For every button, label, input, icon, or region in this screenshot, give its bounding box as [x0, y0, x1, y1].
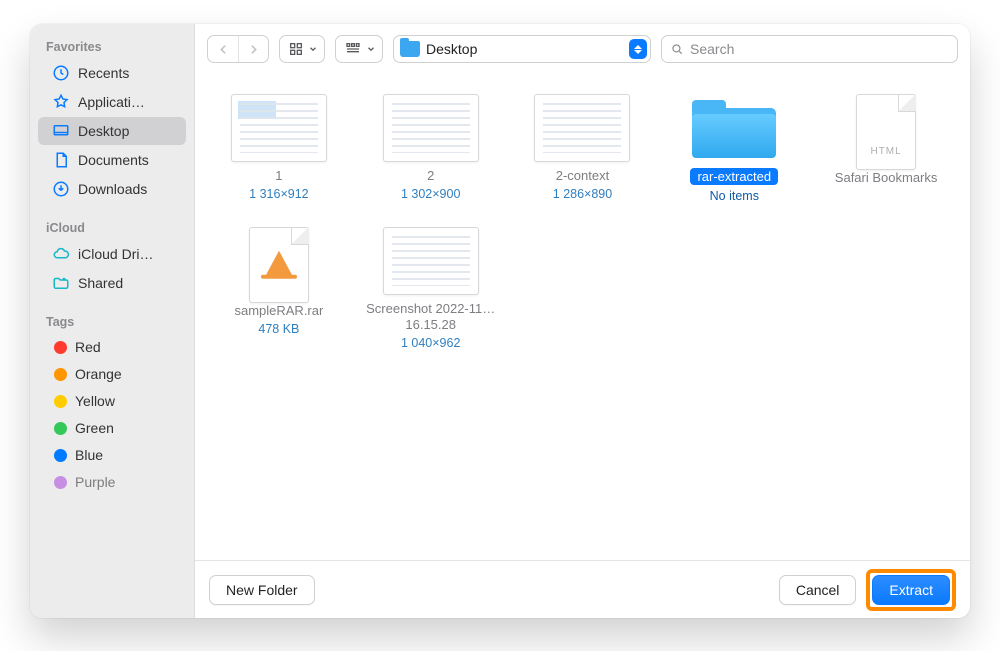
- search-input[interactable]: [690, 41, 949, 57]
- file-grid[interactable]: 1 1 316×912 2 1 302×900 2-context 1 286×…: [195, 74, 970, 560]
- sidebar-item-label: Blue: [75, 447, 103, 463]
- group-by-button[interactable]: [335, 35, 383, 63]
- extract-button[interactable]: Extract: [872, 575, 950, 605]
- tag-dot-icon: [54, 368, 67, 381]
- sidebar-item-label: Desktop: [78, 123, 129, 139]
- stepper-icon: [629, 39, 647, 59]
- sidebar-tag-green[interactable]: Green: [38, 415, 186, 441]
- back-button[interactable]: [208, 36, 238, 62]
- tag-dot-icon: [54, 422, 67, 435]
- main-area: Desktop 1 1 316×912 2 1 302×900: [195, 24, 970, 618]
- save-panel: Favorites Recents Applicati… Desktop: [30, 24, 970, 618]
- sidebar-section-favorites: Favorites Recents Applicati… Desktop: [30, 34, 194, 203]
- shared-folder-icon: [52, 274, 70, 292]
- sidebar-tag-purple[interactable]: Purple: [38, 469, 186, 495]
- clock-icon: [52, 64, 70, 82]
- search-field[interactable]: [661, 35, 958, 63]
- download-icon: [52, 180, 70, 198]
- sidebar-tag-red[interactable]: Red: [38, 334, 186, 360]
- desktop-icon: [52, 122, 70, 140]
- sidebar-item-label: Green: [75, 420, 114, 436]
- sidebar-item-icloud-drive[interactable]: iCloud Dri…: [38, 240, 186, 268]
- tag-dot-icon: [54, 476, 67, 489]
- footer: New Folder Cancel Extract: [195, 560, 970, 618]
- file-meta: 1 040×962: [401, 336, 460, 350]
- file-meta: No items: [710, 189, 759, 203]
- sidebar-item-downloads[interactable]: Downloads: [38, 175, 186, 203]
- folder-icon: [400, 41, 420, 57]
- sidebar-heading: iCloud: [30, 215, 194, 239]
- chevron-down-icon: [308, 44, 318, 54]
- document-icon: [52, 151, 70, 169]
- file-item[interactable]: sampleRAR.rar 478 KB: [203, 227, 355, 350]
- forward-button[interactable]: [238, 36, 268, 62]
- file-item[interactable]: 2-context 1 286×890: [507, 94, 659, 203]
- tag-dot-icon: [54, 395, 67, 408]
- file-name: Screenshot 2022-11…16.15.28: [361, 301, 501, 332]
- file-name: sampleRAR.rar: [234, 303, 323, 318]
- sidebar-tag-yellow[interactable]: Yellow: [38, 388, 186, 414]
- sidebar-heading: Tags: [30, 309, 194, 333]
- file-meta: 1 286×890: [553, 187, 612, 201]
- file-item-selected[interactable]: rar-extracted No items: [658, 94, 810, 203]
- location-popup[interactable]: Desktop: [393, 35, 651, 63]
- sidebar-item-applications[interactable]: Applicati…: [38, 88, 186, 116]
- sidebar-item-label: Documents: [78, 152, 149, 168]
- image-thumbnail-icon: [383, 227, 479, 295]
- chevron-down-icon: [366, 44, 376, 54]
- sidebar-item-label: Orange: [75, 366, 122, 382]
- sidebar-heading: Favorites: [30, 34, 194, 58]
- sidebar-item-label: Shared: [78, 275, 123, 291]
- sidebar-section-tags: Tags Red Orange Yellow Green Blue: [30, 309, 194, 495]
- new-folder-button[interactable]: New Folder: [209, 575, 315, 605]
- sidebar-item-label: Recents: [78, 65, 129, 81]
- file-meta: 1 302×900: [401, 187, 460, 201]
- search-icon: [670, 42, 684, 56]
- nav-buttons: [207, 35, 269, 63]
- file-name: Safari Bookmarks: [835, 170, 938, 185]
- cancel-button[interactable]: Cancel: [779, 575, 857, 605]
- sidebar-item-recents[interactable]: Recents: [38, 59, 186, 87]
- file-item[interactable]: 2 1 302×900: [355, 94, 507, 203]
- applications-icon: [52, 93, 70, 111]
- sidebar-item-desktop[interactable]: Desktop: [38, 117, 186, 145]
- toolbar: Desktop: [195, 24, 970, 74]
- tag-dot-icon: [54, 449, 67, 462]
- sidebar-item-shared[interactable]: Shared: [38, 269, 186, 297]
- file-name: 1: [275, 168, 282, 183]
- file-name: rar-extracted: [690, 168, 778, 185]
- location-label: Desktop: [426, 41, 623, 57]
- view-icons-button[interactable]: [279, 35, 325, 63]
- image-thumbnail-icon: [231, 94, 327, 162]
- html-file-icon: [856, 94, 916, 170]
- sidebar: Favorites Recents Applicati… Desktop: [30, 24, 195, 618]
- tag-dot-icon: [54, 341, 67, 354]
- file-item[interactable]: Safari Bookmarks: [810, 94, 962, 203]
- folder-icon: [688, 94, 780, 162]
- sidebar-item-label: Purple: [75, 474, 115, 490]
- sidebar-tag-orange[interactable]: Orange: [38, 361, 186, 387]
- cloud-icon: [52, 245, 70, 263]
- image-thumbnail-icon: [534, 94, 630, 162]
- highlight-annotation: Extract: [866, 569, 956, 611]
- sidebar-item-label: Red: [75, 339, 101, 355]
- file-item[interactable]: 1 1 316×912: [203, 94, 355, 203]
- sidebar-tag-blue[interactable]: Blue: [38, 442, 186, 468]
- sidebar-section-icloud: iCloud iCloud Dri… Shared: [30, 215, 194, 297]
- rar-file-icon: [249, 227, 309, 303]
- file-meta: 1 316×912: [249, 187, 308, 201]
- sidebar-item-label: Downloads: [78, 181, 147, 197]
- sidebar-item-label: iCloud Dri…: [78, 246, 153, 262]
- image-thumbnail-icon: [383, 94, 479, 162]
- file-meta: 478 KB: [258, 322, 299, 336]
- file-name: 2: [427, 168, 434, 183]
- file-item[interactable]: Screenshot 2022-11…16.15.28 1 040×962: [355, 227, 507, 350]
- sidebar-item-documents[interactable]: Documents: [38, 146, 186, 174]
- sidebar-item-label: Yellow: [75, 393, 115, 409]
- file-name: 2-context: [556, 168, 609, 183]
- sidebar-item-label: Applicati…: [78, 94, 145, 110]
